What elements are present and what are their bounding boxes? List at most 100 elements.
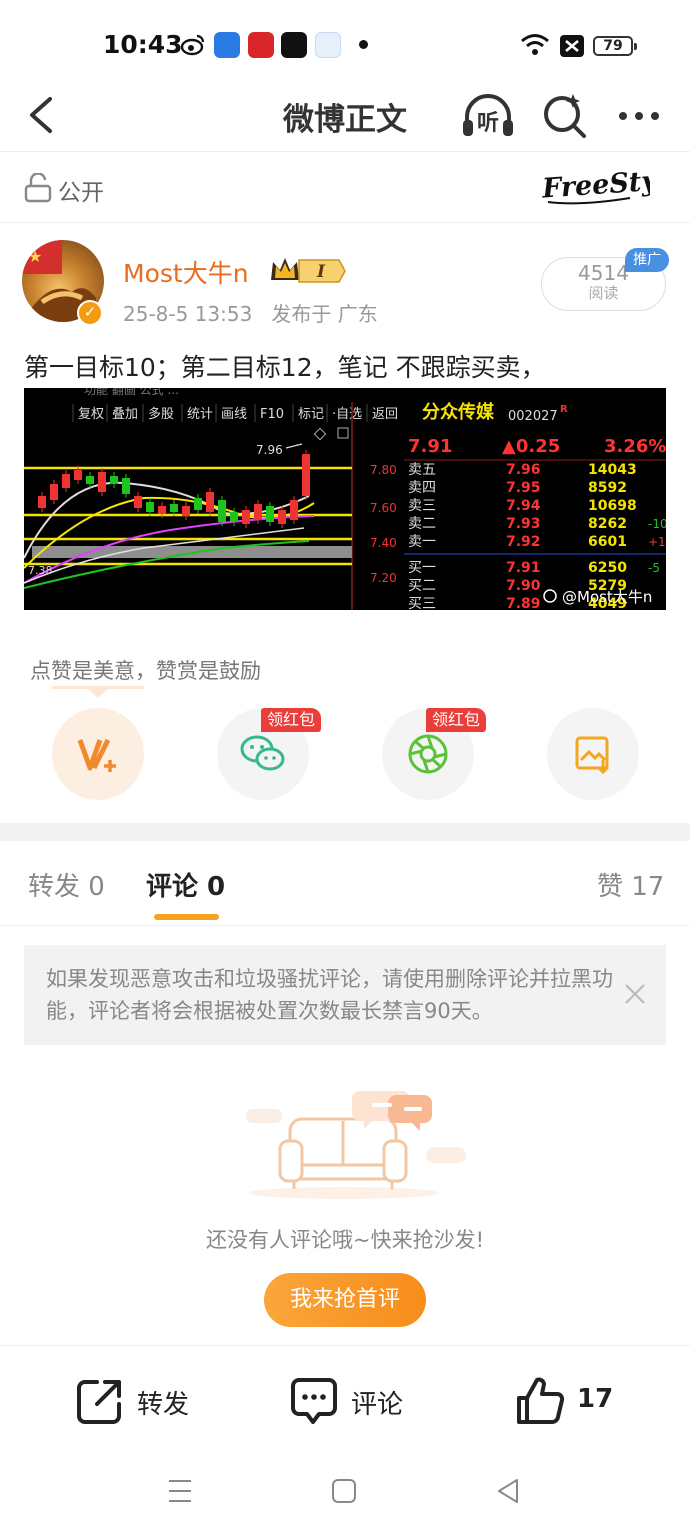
like-count: 17 — [577, 1384, 614, 1414]
image-toolbar-item: F10 — [260, 407, 284, 422]
candle-body — [158, 506, 166, 514]
tab-like[interactable]: 赞 17 — [597, 866, 664, 903]
comment-label: 评论 — [351, 1390, 404, 1420]
candle-body — [218, 500, 226, 522]
sell-level-price: 7.96 — [506, 462, 541, 478]
share-icon — [77, 1380, 121, 1424]
level-change: +17 — [648, 535, 666, 549]
battery-indicator: 79 — [593, 36, 637, 56]
repost-button[interactable]: 转发 — [75, 1376, 195, 1426]
candle-body — [254, 504, 262, 520]
comment-button[interactable]: 评论 — [289, 1376, 409, 1426]
author-name[interactable]: Most大牛n — [123, 254, 249, 290]
hongbao-tag: 领红包 — [261, 708, 322, 732]
back-triangle-icon[interactable] — [496, 1478, 520, 1504]
freestyle-logo: FreeStyle — [540, 164, 650, 205]
visibility-label: 公开 — [58, 180, 104, 206]
sell-level-price: 7.93 — [506, 516, 541, 532]
system-nav-bar — [0, 1450, 690, 1533]
app-blue-icon — [214, 32, 240, 58]
sell-level-price: 7.94 — [506, 498, 541, 514]
buy-level-price: 7.89 — [506, 596, 541, 610]
candle-body — [122, 478, 130, 494]
candle-body — [74, 470, 82, 480]
app-red-icon — [248, 32, 274, 58]
post-location: 发布于 广东 — [271, 302, 378, 326]
promo-tag[interactable]: 推广 — [625, 248, 669, 272]
candlesticks — [38, 450, 310, 528]
bottom-action-bar: 转发 评论 17 — [0, 1345, 690, 1450]
buy-level-volume: 6250 — [588, 560, 627, 576]
sell-level-label: 卖一 — [408, 534, 436, 550]
dot-icon — [359, 40, 368, 49]
tip-arrow — [88, 689, 108, 698]
sell-level-label: 卖四 — [408, 480, 436, 496]
comment-notice: 如果发现恶意攻击和垃圾骚扰评论，请使用删除评论并拉黑功能，评论者将会根据被处置次… — [24, 945, 666, 1045]
thumbs-up-icon — [517, 1377, 565, 1424]
reads-label: 阅读 — [588, 284, 619, 302]
low-label: 7.38 — [28, 564, 53, 577]
price-axis-label: 7.20 — [370, 571, 397, 585]
sell-level-volume: 14043 — [588, 462, 637, 478]
recent-apps-icon[interactable] — [168, 1478, 192, 1504]
listen-label: 听 — [477, 111, 499, 136]
svg-text:R: R — [560, 404, 568, 415]
image-toolbar-item: 画线 — [221, 407, 247, 422]
home-icon[interactable] — [331, 1478, 357, 1504]
save-image-button[interactable] — [547, 708, 639, 800]
empty-comments-text: 还没有人评论哦~快来抢沙发! — [205, 1228, 484, 1252]
candle-body — [86, 476, 94, 484]
post-image-stock-chart[interactable]: 功能 翻画 公式 ... 复权 叠加 多股 统计 画线 F10 标记 ·自选 返回 7.96 — [24, 388, 666, 610]
save-image-icon — [575, 736, 610, 775]
vplus-icon — [77, 738, 116, 772]
tab-comment[interactable]: 评论 0 — [146, 866, 225, 903]
price-axis-label: 7.80 — [370, 463, 397, 477]
image-toolbar-item: 叠加 — [112, 407, 138, 422]
buy-level-label: 买一 — [408, 560, 436, 576]
candle-body — [266, 506, 274, 522]
candle-body — [98, 472, 106, 492]
buy-level-label: 买二 — [408, 578, 436, 594]
status-bar: 10:43 79 — [0, 0, 690, 90]
sell-level-label: 卖五 — [408, 462, 436, 478]
first-comment-button[interactable]: 我来抢首评 — [264, 1273, 426, 1327]
candle-body — [170, 504, 178, 512]
like-button[interactable]: 17 — [515, 1376, 615, 1426]
listen-headphones-icon[interactable]: 听 — [459, 90, 517, 142]
weibo-post-page: 10:43 79 微博正文 听 公开 FreeStyle ★ ✓ Most大牛n… — [0, 0, 690, 1533]
close-icon[interactable] — [624, 983, 646, 1005]
post-date: 25-8-5 13:53 — [123, 302, 253, 326]
unlock-icon — [24, 173, 52, 203]
level-change: -5 — [648, 561, 660, 575]
buy-level-price: 7.90 — [506, 578, 541, 594]
visibility-row: 公开 FreeStyle — [0, 153, 690, 223]
stock-price: 7.91 — [408, 436, 452, 457]
search-icon[interactable] — [540, 90, 590, 142]
vip-crown-badge-icon[interactable]: I — [269, 254, 347, 288]
level-change: -10 — [648, 517, 666, 531]
more-options-icon[interactable] — [615, 90, 663, 142]
back-arrow-icon[interactable] — [22, 93, 62, 137]
stock-change: ▲0.25 — [502, 436, 560, 457]
price-axis: 7.80 7.60 7.40 7.20 — [370, 463, 397, 585]
candle-body — [278, 510, 286, 524]
candle-body — [302, 454, 310, 496]
stock-change-pct: 3.26% — [604, 436, 666, 457]
wifi-icon — [521, 34, 549, 55]
candle-body — [146, 502, 154, 512]
vplus-reward-button[interactable] — [52, 708, 144, 800]
tab-repost[interactable]: 转发 0 — [28, 866, 105, 903]
candle-body — [62, 474, 70, 488]
svg-text:★: ★ — [28, 247, 42, 266]
empty-sofa-illustration — [246, 1091, 466, 1199]
tiktok-icon — [281, 32, 307, 58]
verified-badge-icon: ✓ — [77, 300, 103, 326]
image-toolbar-item: 多股 — [148, 406, 174, 422]
candle-body — [242, 510, 250, 524]
candle-body — [206, 492, 214, 512]
peak-label: 7.96 — [256, 443, 283, 457]
mute-icon — [560, 35, 584, 57]
sell-level-volume: 6601 — [588, 534, 627, 550]
image-toolbar: 复权 叠加 多股 统计 画线 F10 标记 ·自选 返回 — [72, 404, 398, 422]
image-watermark: @Most大牛n — [562, 588, 652, 606]
